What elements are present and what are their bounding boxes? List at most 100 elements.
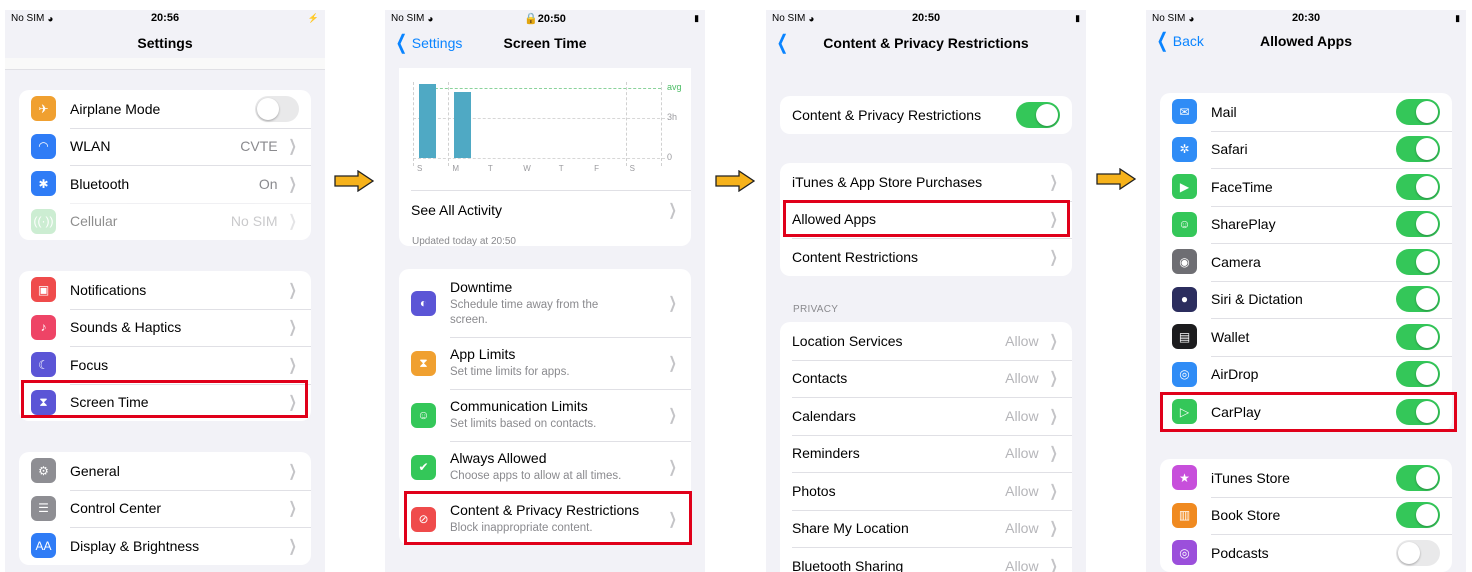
chevron-right-icon: ❯	[668, 459, 677, 476]
display-icon: AA	[31, 533, 56, 559]
x-tick-label: W	[523, 164, 531, 173]
chevron-right-icon: ❯	[288, 213, 297, 231]
settings-row-mail[interactable]: ✉ Mail	[1160, 93, 1452, 131]
toggle-switch[interactable]	[1396, 248, 1440, 275]
toggle-switch[interactable]	[1396, 539, 1440, 566]
see-all-activity-row[interactable]: See All Activity ❯	[399, 191, 691, 229]
chart-day-divider	[625, 82, 627, 166]
option-restrictions[interactable]: ⊘ Content & Privacy Restrictions Block ina…	[399, 493, 691, 545]
settings-row-cellular[interactable]: ((·)) Cellular No SIM ❯	[19, 202, 311, 241]
option-communication-limits[interactable]: ☺ Communication Limits Set limits based on…	[399, 389, 691, 441]
siri-icon: ●	[1172, 286, 1197, 312]
privacy-row-reminders[interactable]: Reminders Allow ❯	[780, 434, 1072, 473]
settings-row-itunes-store[interactable]: ★ iTunes Store	[1160, 459, 1452, 497]
nav-divider	[5, 58, 325, 70]
option-downtime[interactable]: ◐ Downtime Schedule time away from the scr…	[399, 269, 691, 337]
restrictions-icon: ⊘	[411, 506, 436, 532]
row-value: Allow	[1005, 407, 1039, 424]
privacy-row-contacts[interactable]: Contacts Allow ❯	[780, 359, 1072, 398]
downtime-icon: ◐	[411, 290, 436, 316]
chevron-right-icon: ❯	[1049, 407, 1058, 425]
toggle-switch[interactable]	[1396, 211, 1440, 238]
mail-icon: ✉	[1172, 99, 1197, 125]
row-value: Allow	[1005, 445, 1039, 462]
settings-row-camera[interactable]: ◉ Camera	[1160, 243, 1452, 281]
settings-row-podcasts[interactable]: ◎ Podcasts	[1160, 534, 1452, 572]
toggle-switch[interactable]	[1396, 361, 1440, 388]
row-label: Photos	[792, 482, 836, 499]
toggle-switch[interactable]	[255, 95, 299, 122]
row-value: Allow	[1005, 557, 1039, 572]
row-label: Screen Time	[70, 394, 149, 411]
always-allowed-icon: ✔	[411, 454, 436, 480]
settings-row-wlan[interactable]: ◠ WLAN CVTE ❯	[19, 127, 311, 166]
x-tick-label: F	[594, 164, 600, 173]
chart-gridline	[413, 158, 665, 159]
privacy-row-location-services[interactable]: Location Services Allow ❯	[780, 322, 1072, 360]
toggle-switch[interactable]	[1396, 398, 1440, 425]
settings-row-focus[interactable]: ☾ Focus ❯	[19, 346, 311, 384]
privacy-row-photos[interactable]: Photos Allow ❯	[780, 472, 1072, 510]
toggle-switch[interactable]	[1396, 98, 1440, 125]
chevron-left-icon: ❮	[776, 32, 789, 54]
usage-bar	[419, 83, 436, 158]
settings-row-book-store[interactable]: ▥ Book Store	[1160, 496, 1452, 535]
back-button[interactable]: ❮ Settings	[393, 33, 463, 53]
chart-day-divider	[661, 82, 662, 166]
row-label: Display & Brightness	[70, 537, 200, 554]
chevron-right-icon: ❯	[288, 175, 297, 193]
settings-row-wallet[interactable]: ▤ Wallet	[1160, 318, 1452, 356]
toggle-switch[interactable]	[1396, 464, 1440, 491]
privacy-row-bluetooth-sharing[interactable]: Bluetooth Sharing Allow ❯	[780, 547, 1072, 572]
hourglass-icon: ⧗	[31, 389, 56, 415]
back-button[interactable]: ❮	[774, 32, 791, 54]
toggle-switch[interactable]	[1396, 502, 1440, 529]
row-label: Contacts	[792, 370, 848, 387]
screen-time-options-group: ◐ Downtime Schedule time away from the scr…	[399, 269, 691, 545]
y-tick-label: 3h	[667, 112, 678, 122]
settings-row-notifications[interactable]: ▣ Notifications ❯	[19, 271, 311, 309]
row-label: Share My Location	[792, 520, 909, 537]
settings-row-sounds-haptics[interactable]: ♪ Sounds & Haptics ❯	[19, 308, 311, 347]
focus-icon: ☾	[31, 352, 56, 378]
settings-row-siri-dictation[interactable]: ● Siri & Dictation	[1160, 280, 1452, 319]
toggle-switch[interactable]	[1396, 173, 1440, 200]
settings-row-shareplay[interactable]: ☺ SharePlay	[1160, 205, 1452, 244]
status-bar: No SIM ◕ 20:50 ▮	[766, 10, 1086, 26]
settings-row-safari[interactable]: ✲ Safari	[1160, 130, 1452, 169]
row-label: Camera	[1211, 253, 1261, 270]
settings-row-carplay[interactable]: ▷ CarPlay	[1160, 393, 1452, 431]
gear-icon: ⚙	[31, 458, 56, 484]
row-label: iTunes Store	[1211, 469, 1290, 486]
toggle-switch[interactable]	[1396, 136, 1440, 163]
restrictions-toggle[interactable]	[1016, 101, 1060, 128]
settings-row-control-center[interactable]: ☰ Control Center ❯	[19, 489, 311, 528]
clock: 20:56	[150, 12, 180, 24]
chevron-right-icon: ❯	[1049, 445, 1058, 463]
row-label: Mail	[1211, 103, 1237, 120]
settings-row-screen-time[interactable]: ⧗ Screen Time ❯	[19, 383, 311, 422]
option-app-limits[interactable]: ⧗ App Limits Set time limits for apps. ❯	[399, 337, 691, 389]
store-restrictions-group: iTunes & App Store Purchases ❯ Allowed App…	[780, 163, 1072, 276]
settings-row-facetime[interactable]: ▶ FaceTime	[1160, 168, 1452, 206]
status-bar: No SIM ◕ 20:56 ⚡	[5, 10, 325, 26]
settings-row-airdrop[interactable]: ◎ AirDrop	[1160, 355, 1452, 394]
privacy-row-calendars[interactable]: Calendars Allow ❯	[780, 397, 1072, 435]
settings-row-display-brightness[interactable]: AA Display & Brightness ❯	[19, 527, 311, 565]
chevron-right-icon: ❯	[1049, 173, 1058, 191]
toggle-switch[interactable]	[1396, 286, 1440, 313]
chevron-right-icon: ❯	[1049, 248, 1058, 266]
restriction-row-content-restrictions[interactable]: Content Restrictions ❯	[780, 238, 1072, 276]
settings-row-bluetooth[interactable]: ✱ Bluetooth On ❯	[19, 165, 311, 203]
back-button[interactable]: ❮ Back	[1154, 31, 1204, 51]
toggle-switch[interactable]	[1396, 323, 1440, 350]
privacy-row-share-my-location[interactable]: Share My Location Allow ❯	[780, 509, 1072, 548]
restriction-row-itunes-app-store-purchases[interactable]: iTunes & App Store Purchases ❯	[780, 163, 1072, 201]
restriction-row-allowed-apps[interactable]: Allowed Apps ❯	[780, 200, 1072, 239]
settings-row-general[interactable]: ⚙ General ❯	[19, 452, 311, 490]
see-all-activity-label: See All Activity	[411, 202, 503, 218]
option-always-allowed[interactable]: ✔ Always Allowed Choose apps to allow at a…	[399, 441, 691, 493]
chevron-right-icon: ❯	[288, 281, 297, 299]
settings-row-airplane-mode[interactable]: ✈ Airplane Mode	[19, 90, 311, 128]
page-title: Settings	[137, 35, 193, 51]
